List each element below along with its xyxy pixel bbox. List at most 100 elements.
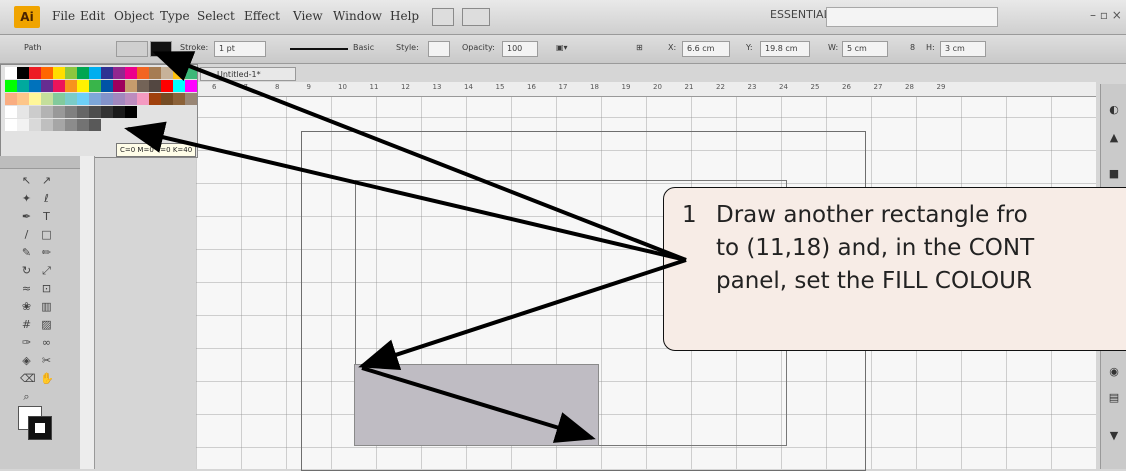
symbol-sprayer-icon[interactable]: ❀ [20,300,33,313]
color-swatch[interactable] [161,93,173,105]
color-swatch[interactable] [137,93,149,105]
paintbrush-icon[interactable]: ✎ [20,246,33,259]
color-swatch[interactable] [53,119,65,131]
color-swatch[interactable] [77,67,89,79]
color-swatch[interactable] [125,106,137,118]
color-swatch[interactable] [161,80,173,92]
color-swatch[interactable] [41,93,53,105]
opacity-label[interactable]: Opacity: [462,43,495,52]
color-swatch[interactable] [17,93,29,105]
color-panel-icon[interactable]: ◐ [1108,104,1120,116]
color-swatch[interactable] [41,80,53,92]
color-swatch[interactable] [65,119,77,131]
align-icon[interactable]: ▣▾ [556,43,568,52]
search-input[interactable] [826,7,998,27]
color-swatch[interactable] [5,93,17,105]
color-swatch[interactable] [113,93,125,105]
warp-icon[interactable]: ≈ [20,282,33,295]
color-swatch[interactable] [77,80,89,92]
color-swatch[interactable] [53,93,65,105]
eraser-icon[interactable]: ⌫ [20,372,36,385]
stroke-box[interactable] [28,416,52,440]
color-swatch[interactable] [161,67,173,79]
color-swatch[interactable] [125,80,137,92]
color-swatch[interactable] [5,67,17,79]
color-swatch[interactable] [173,67,185,79]
color-swatch[interactable] [125,93,137,105]
type-icon[interactable]: T [40,210,53,223]
line-icon[interactable]: / [20,228,33,241]
stroke-profile-line[interactable] [290,48,348,50]
w-field[interactable]: 5 cm [847,44,867,53]
color-swatch[interactable] [17,106,29,118]
free-transform-icon[interactable]: ⊡ [40,282,53,295]
scale-icon[interactable]: ⤢ [40,264,53,277]
horizontal-ruler[interactable]: 6 7 8 9 10 11 12 13 14 15 16 17 18 19 20 21 22 23 24 25 26 27… [196,82,1096,97]
tools-panel-header[interactable] [0,156,80,169]
color-swatch[interactable] [29,80,41,92]
color-swatch[interactable] [77,106,89,118]
color-swatch[interactable] [5,106,17,118]
stroke-colour-dropdown[interactable] [150,41,172,57]
brushes-panel-icon[interactable]: ■ [1108,168,1120,180]
color-swatch[interactable] [29,93,41,105]
bridge-icon[interactable] [432,8,454,26]
opacity-value[interactable]: 100 [507,44,522,53]
selection-tool-icon[interactable]: ↖ [20,174,33,187]
eyedropper-icon[interactable]: ✑ [20,336,33,349]
color-swatch[interactable] [173,80,185,92]
menu-edit[interactable]: Edit [80,9,105,23]
color-swatch[interactable] [101,106,113,118]
color-swatch[interactable] [137,80,149,92]
color-swatch[interactable] [185,93,197,105]
color-swatch[interactable] [89,106,101,118]
color-swatch[interactable] [149,93,161,105]
color-swatch[interactable] [5,80,17,92]
color-swatch[interactable] [113,67,125,79]
document-tab[interactable]: Untitled-1* [200,67,296,81]
color-swatch[interactable] [65,106,77,118]
color-swatch[interactable] [53,80,65,92]
color-swatch[interactable] [89,80,101,92]
rotate-icon[interactable]: ↻ [20,264,33,277]
color-swatch[interactable] [65,93,77,105]
color-swatch[interactable] [53,67,65,79]
gray-rectangle[interactable] [354,364,599,446]
color-swatch[interactable] [101,93,113,105]
color-swatch[interactable] [149,67,161,79]
menu-object[interactable]: Object [114,9,154,23]
appearance-panel-icon[interactable]: ◉ [1108,366,1120,378]
color-swatch[interactable] [41,119,53,131]
y-field[interactable]: 19.8 cm [765,44,798,53]
color-swatch[interactable] [65,67,77,79]
color-swatch[interactable] [65,80,77,92]
rectangle-icon[interactable]: □ [40,228,53,241]
color-swatch[interactable] [41,67,53,79]
color-swatch[interactable] [125,67,137,79]
window-controls[interactable]: – ▫ × [1090,8,1122,22]
swatches-panel-icon[interactable]: ▲ [1108,132,1120,144]
color-swatch[interactable] [29,119,41,131]
stroke-weight-field[interactable]: 1 pt [214,41,266,57]
color-swatch[interactable] [113,106,125,118]
color-swatch[interactable] [89,93,101,105]
transform-icon[interactable]: ⊞ [636,43,643,52]
menu-type[interactable]: Type [160,9,190,23]
color-swatch[interactable] [17,119,29,131]
zoom-icon[interactable]: ⌕ [20,390,33,403]
color-swatch[interactable] [17,80,29,92]
color-swatch[interactable] [17,67,29,79]
arrange-documents-icon[interactable] [462,8,490,26]
style-dropdown[interactable] [428,41,450,57]
blend-icon[interactable]: ∞ [40,336,53,349]
lasso-icon[interactable]: ℓ [40,192,53,205]
color-swatch[interactable] [101,80,113,92]
menu-help[interactable]: Help [390,9,419,23]
brush-basic-label[interactable]: Basic [353,43,374,52]
color-swatch[interactable] [5,119,17,131]
menu-file[interactable]: File [52,9,75,23]
pen-icon[interactable]: ✒ [20,210,33,223]
color-swatch[interactable] [89,67,101,79]
slice-icon[interactable]: ✂ [40,354,53,367]
magic-wand-icon[interactable]: ✦ [20,192,33,205]
